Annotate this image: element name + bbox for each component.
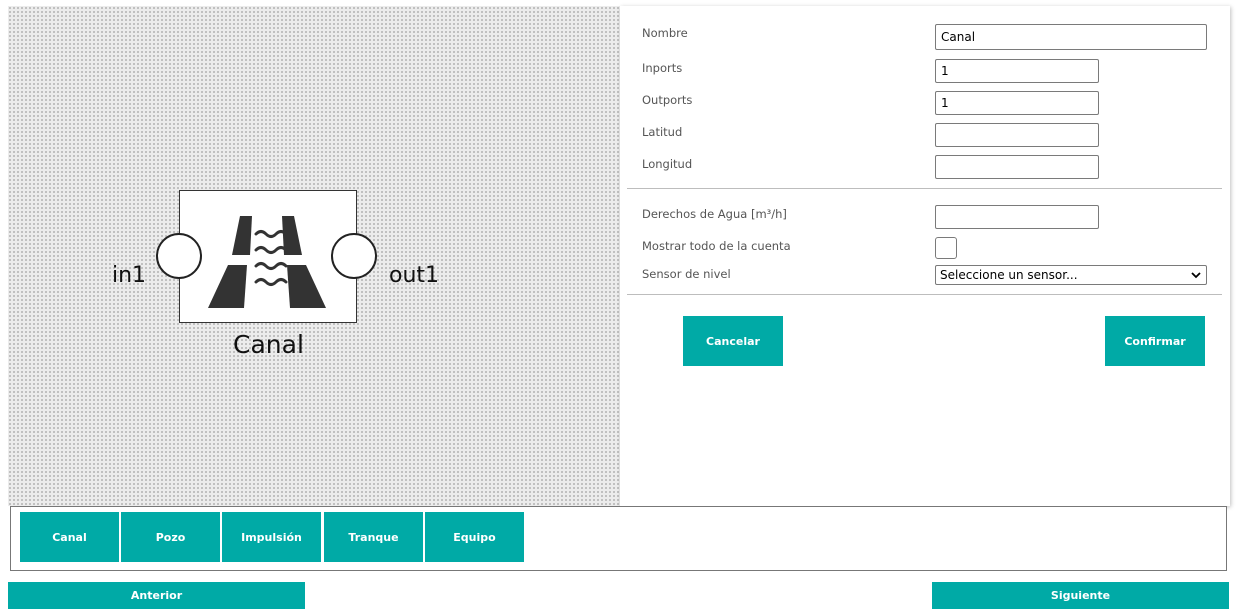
output-port[interactable]: [331, 233, 377, 279]
show-all-label: Mostrar todo de la cuenta: [642, 239, 791, 253]
outports-label: Outports: [642, 93, 693, 107]
palette-canal-button[interactable]: Canal: [20, 512, 119, 562]
element-palette: Canal Pozo Impulsión Tranque Equipo: [10, 506, 1227, 571]
chevron-down-icon: [1191, 272, 1201, 279]
node-name-label: Canal: [233, 330, 304, 359]
cancel-button[interactable]: Cancelar: [683, 316, 783, 366]
confirm-button[interactable]: Confirmar: [1105, 316, 1205, 366]
sensor-select-value: Seleccione un sensor...: [940, 268, 1078, 282]
output-port-label: out1: [389, 263, 440, 288]
outports-input[interactable]: [935, 91, 1099, 115]
longitud-label: Longitud: [642, 157, 693, 171]
sensor-select[interactable]: Seleccione un sensor...: [935, 265, 1207, 285]
longitud-input[interactable]: [935, 155, 1099, 179]
palette-equipo-button[interactable]: Equipo: [425, 512, 524, 562]
input-port[interactable]: [156, 233, 202, 279]
properties-panel: Nombre Inports Outports Latitud Longitud…: [620, 6, 1230, 506]
palette-impulsion-button[interactable]: Impulsión: [222, 512, 321, 562]
diagram-canvas[interactable]: in1 out1 Canal: [8, 6, 620, 506]
input-port-label: in1: [112, 263, 147, 288]
water-rights-label: Derechos de Agua [m³/h]: [642, 207, 787, 221]
inports-input[interactable]: [935, 59, 1099, 83]
sensor-label: Sensor de nivel: [642, 267, 731, 281]
inports-label: Inports: [642, 61, 683, 75]
nombre-input[interactable]: [935, 24, 1207, 50]
canal-icon: [208, 216, 326, 308]
section-divider: [627, 188, 1222, 189]
water-rights-input[interactable]: [935, 205, 1099, 229]
latitud-input[interactable]: [935, 123, 1099, 147]
next-button[interactable]: Siguiente: [932, 582, 1229, 609]
palette-tranque-button[interactable]: Tranque: [324, 512, 423, 562]
nombre-label: Nombre: [642, 26, 688, 40]
latitud-label: Latitud: [642, 125, 683, 139]
previous-button[interactable]: Anterior: [8, 582, 305, 609]
palette-pozo-button[interactable]: Pozo: [121, 512, 220, 562]
show-all-checkbox[interactable]: [935, 237, 957, 259]
section-divider: [627, 294, 1222, 295]
